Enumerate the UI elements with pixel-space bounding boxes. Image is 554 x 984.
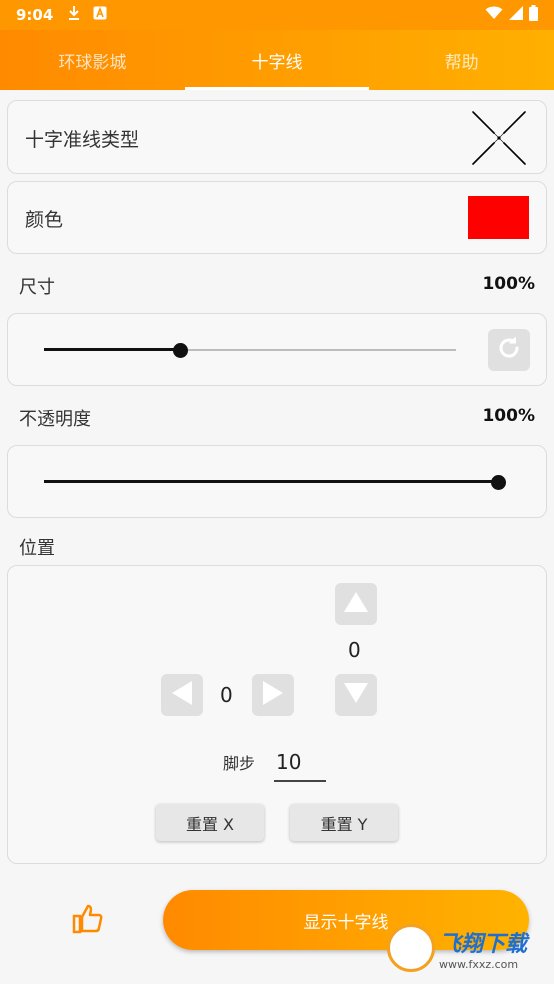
move-left-button[interactable]	[161, 674, 203, 716]
triangle-left-icon	[171, 680, 193, 710]
size-slider-fill	[44, 348, 180, 351]
opacity-slider-thumb[interactable]	[491, 475, 506, 490]
battery-icon	[529, 5, 538, 25]
color-card[interactable]	[7, 181, 547, 254]
tab-help[interactable]: 帮助	[369, 30, 554, 90]
triangle-up-icon	[343, 591, 369, 617]
wifi-icon	[485, 6, 503, 24]
color-label: 颜色	[25, 209, 64, 231]
thumbs-up-icon	[72, 904, 104, 939]
x-coordinate: 0	[220, 683, 233, 707]
step-input[interactable]	[274, 744, 326, 782]
tab-universal-studios[interactable]: 环球影城	[0, 30, 185, 90]
tab-crosshair[interactable]: 十字线	[184, 30, 370, 90]
refresh-icon	[495, 334, 523, 366]
status-bar: 9:04	[0, 0, 554, 30]
move-up-button[interactable]	[335, 583, 377, 625]
tab-bar: 环球影城 十字线 帮助	[0, 30, 554, 90]
opacity-slider-fill	[44, 480, 498, 483]
color-swatch[interactable]	[468, 196, 529, 239]
status-time: 9:04	[16, 6, 54, 24]
reset-size-button[interactable]	[488, 329, 530, 371]
size-value: 100%	[482, 274, 535, 294]
watermark-logo	[387, 924, 435, 972]
size-slider-thumb[interactable]	[172, 343, 188, 358]
font-icon	[93, 6, 107, 24]
watermark: 飞翔下载 www.fxxz.com	[387, 920, 545, 976]
download-icon	[67, 5, 81, 25]
reset-y-button[interactable]: 重置 Y	[290, 804, 398, 841]
step-label: 脚步	[223, 754, 256, 773]
triangle-down-icon	[343, 682, 369, 708]
watermark-url: www.fxxz.com	[439, 957, 519, 971]
y-coordinate: 0	[348, 638, 361, 662]
crosshair-type-label: 十字准线类型	[25, 129, 140, 151]
watermark-text: 飞翔下载 www.fxxz.com	[439, 926, 527, 971]
position-label: 位置	[19, 538, 55, 559]
size-slider[interactable]	[44, 335, 456, 365]
triangle-right-icon	[262, 680, 284, 710]
move-down-button[interactable]	[335, 674, 377, 716]
reset-x-button[interactable]: 重置 X	[156, 804, 264, 841]
opacity-value: 100%	[482, 406, 535, 426]
watermark-title: 飞翔下载	[439, 931, 528, 957]
like-button[interactable]	[72, 903, 104, 935]
opacity-slider[interactable]	[44, 467, 506, 497]
signal-icon	[509, 6, 523, 24]
x-crosshair-icon[interactable]	[471, 110, 527, 166]
move-right-button[interactable]	[252, 674, 294, 716]
size-label: 尺寸	[19, 277, 55, 298]
opacity-label: 不透明度	[19, 409, 91, 430]
